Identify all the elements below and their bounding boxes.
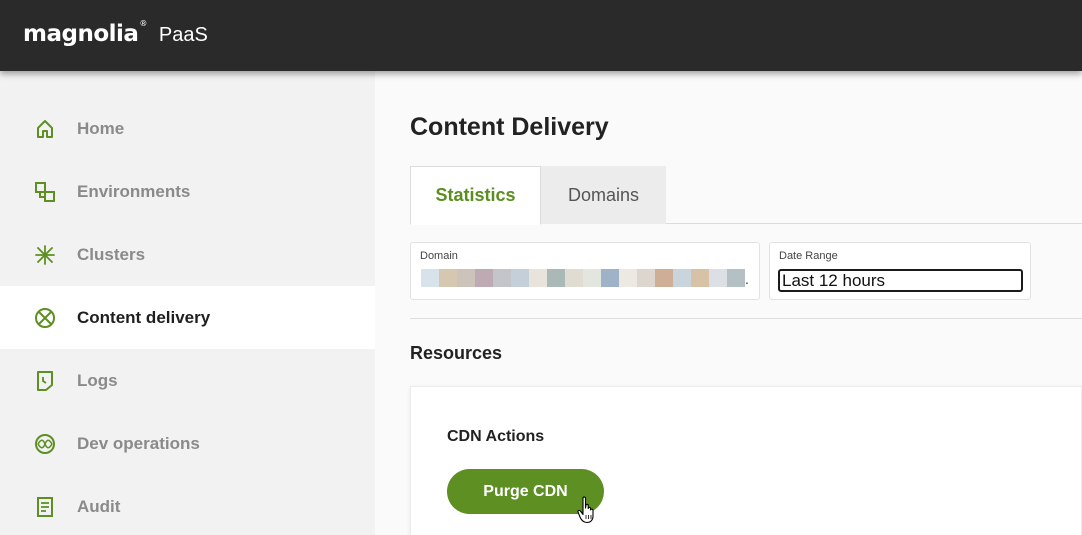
sidebar-item-label: Content delivery	[77, 307, 211, 327]
date-range-field: Date Range	[769, 242, 1031, 300]
sidebar-item-home[interactable]: Home	[0, 97, 375, 160]
dev-operations-icon	[33, 432, 57, 456]
environments-icon	[33, 180, 57, 204]
top-bar: magnolia® PaaS	[0, 0, 1082, 71]
logo-text: magnolia	[23, 20, 139, 47]
sidebar-item-content-delivery[interactable]: Content delivery	[0, 286, 375, 349]
date-range-input[interactable]	[778, 269, 1023, 292]
page-title: Content Delivery	[410, 113, 609, 141]
tab-bar: Statistics Domains	[410, 166, 1082, 225]
home-icon	[33, 117, 57, 141]
sidebar-item-clusters[interactable]: Clusters	[0, 223, 375, 286]
sidebar-item-label: Logs	[77, 370, 118, 390]
cdn-actions-card: CDN Actions Purge CDN	[410, 386, 1082, 535]
main-content: Content Delivery Statistics Domains Doma…	[375, 71, 1082, 535]
domain-label: Domain	[420, 250, 458, 262]
sidebar-item-audit[interactable]: Audit	[0, 475, 375, 535]
tab-statistics[interactable]: Statistics	[410, 166, 541, 225]
tab-domains[interactable]: Domains	[541, 166, 666, 224]
magnolia-logo[interactable]: magnolia®	[23, 18, 147, 47]
logs-icon	[33, 369, 57, 393]
divider	[410, 318, 1082, 319]
logo-registered-mark: ®	[139, 18, 147, 28]
sidebar-item-environments[interactable]: Environments	[0, 160, 375, 223]
domain-select[interactable]: Domain .	[410, 242, 760, 300]
content-delivery-icon	[33, 306, 57, 330]
clusters-icon	[33, 243, 57, 267]
sidebar-item-dev-operations[interactable]: Dev operations	[0, 412, 375, 475]
sidebar-item-label: Dev operations	[77, 433, 200, 453]
sidebar-item-label: Clusters	[77, 244, 146, 264]
sidebar-item-logs[interactable]: Logs	[0, 349, 375, 412]
sidebar-item-label: Home	[77, 118, 125, 138]
product-name: PaaS	[158, 24, 208, 46]
sidebar-item-label: Audit	[77, 496, 121, 516]
redacted-domain-value	[421, 269, 745, 287]
cdn-actions-heading: CDN Actions	[447, 428, 545, 445]
sidebar: Home Environments Clusters Content deliv…	[0, 71, 375, 535]
audit-icon	[33, 495, 57, 519]
domain-suffix: .	[745, 271, 749, 287]
date-range-label: Date Range	[779, 250, 838, 262]
sidebar-item-label: Environments	[77, 181, 191, 201]
hand-cursor-icon	[577, 496, 594, 524]
resources-heading: Resources	[410, 343, 503, 363]
